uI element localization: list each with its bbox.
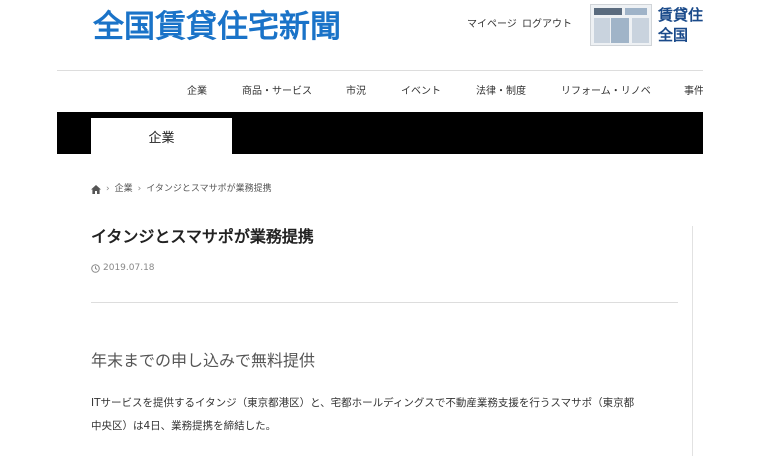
nav-item-products-services[interactable]: 商品・サービス bbox=[242, 85, 312, 99]
clock-icon bbox=[91, 263, 100, 273]
article-body: ITサービスを提供するイタンジ（東京都港区）と、宅都ホールディングスで不動産業務… bbox=[91, 392, 691, 438]
nav-item-events[interactable]: イベント bbox=[401, 85, 441, 99]
site-logo[interactable]: 全国賃貸住宅新聞 bbox=[93, 8, 341, 46]
nav-item-law-system[interactable]: 法律・制度 bbox=[476, 85, 526, 99]
chevron-right-icon: › bbox=[106, 184, 110, 194]
article-body-line: 中央区）は4日、業務提携を締結した。 bbox=[91, 420, 277, 432]
article-title: イタンジとスマサポが業務提携 bbox=[91, 227, 314, 246]
chevron-right-icon: › bbox=[137, 184, 142, 194]
mypage-link[interactable]: マイページ bbox=[467, 18, 517, 32]
article-date-text: 2019.07.18 bbox=[103, 263, 155, 273]
nav-item-company[interactable]: 企業 bbox=[187, 85, 207, 99]
newspaper-promo-banner[interactable]: 賃貸住 全国 bbox=[590, 4, 703, 46]
article-body-line: ITサービスを提供するイタンジ（東京都港区）と、宅都ホールディングスで不動産業務… bbox=[91, 397, 635, 409]
promo-text-line2: 全国 bbox=[658, 26, 689, 44]
newspaper-thumbnail-image bbox=[590, 4, 652, 46]
breadcrumb-item-company[interactable]: 企業 bbox=[115, 183, 133, 195]
article-date: 2019.07.18 bbox=[91, 262, 155, 274]
home-icon[interactable] bbox=[91, 184, 101, 194]
breadcrumb: › 企業 › イタンジとスマサポが業務提携 bbox=[91, 183, 272, 195]
breadcrumb-item-current: イタンジとスマサポが業務提携 bbox=[146, 184, 272, 194]
promo-text-line1: 賃貸住 bbox=[658, 6, 703, 24]
article-divider bbox=[91, 302, 678, 303]
header-divider bbox=[57, 70, 703, 71]
article-subheading: 年末までの申し込みで無料提供 bbox=[91, 351, 316, 370]
sidebar-divider bbox=[692, 226, 693, 456]
nav-item-reform-renovation[interactable]: リフォーム・リノベ bbox=[561, 85, 651, 99]
nav-item-market[interactable]: 市況 bbox=[346, 85, 366, 99]
category-tab-active[interactable]: 企業 bbox=[91, 118, 232, 154]
nav-item-incidents[interactable]: 事件 bbox=[684, 85, 703, 99]
logout-link[interactable]: ログアウト bbox=[522, 18, 572, 32]
